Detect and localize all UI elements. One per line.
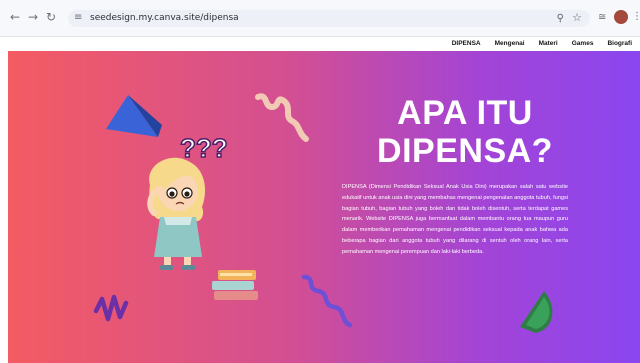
nav-biografi[interactable]: Biografi: [607, 38, 632, 50]
browser-toolbar: ← → ↻ ≡ seedesign.my.canva.site/dipensa …: [0, 0, 640, 37]
girl-illustration: [147, 157, 206, 270]
zigzag-decoration: [93, 294, 129, 322]
profile-avatar[interactable]: [614, 10, 628, 24]
squiggle-decoration: [255, 93, 309, 142]
zoom-icon[interactable]: ⚲: [557, 12, 564, 25]
hero-description: DIPENSA (Dimensi Pendidikan Seksual Anak…: [342, 184, 568, 255]
site-nav: DIPENSA Mengenai Materi Games Biografi: [452, 38, 632, 50]
hero-title-line1: APA ITU: [397, 94, 533, 132]
extension-icon[interactable]: ≅: [598, 10, 606, 26]
pyramid-decoration: [106, 95, 162, 137]
reload-icon[interactable]: ↻: [44, 10, 58, 24]
nav-materi[interactable]: Materi: [539, 38, 558, 50]
nav-dipensa[interactable]: DIPENSA: [452, 38, 481, 50]
address-url[interactable]: seedesign.my.canva.site/dipensa: [90, 12, 239, 25]
hero-title: APA ITU DIPENSA?: [360, 94, 570, 170]
bookmark-star-icon[interactable]: ☆: [572, 11, 582, 25]
hero-section: ??? APA ITU DIPENSA? DIPENSA (Dimensi Pe…: [8, 51, 640, 363]
forward-arrow-icon[interactable]: →: [26, 10, 40, 24]
site-info-icon[interactable]: ≡: [74, 12, 86, 24]
address-bar[interactable]: ≡ seedesign.my.canva.site/dipensa ⚲ ☆: [68, 10, 590, 27]
menu-kebab-icon[interactable]: ⋮: [632, 10, 640, 24]
wave-decoration: [301, 274, 353, 328]
nav-games[interactable]: Games: [572, 38, 594, 50]
books-illustration: [212, 270, 258, 300]
site-header: DIPENSA Mengenai Materi Games Biografi: [0, 37, 640, 51]
hero-title-line2: DIPENSA?: [377, 132, 553, 170]
back-arrow-icon[interactable]: ←: [8, 10, 22, 24]
watermelon-decoration: [520, 291, 553, 333]
nav-mengenai[interactable]: Mengenai: [495, 38, 525, 50]
